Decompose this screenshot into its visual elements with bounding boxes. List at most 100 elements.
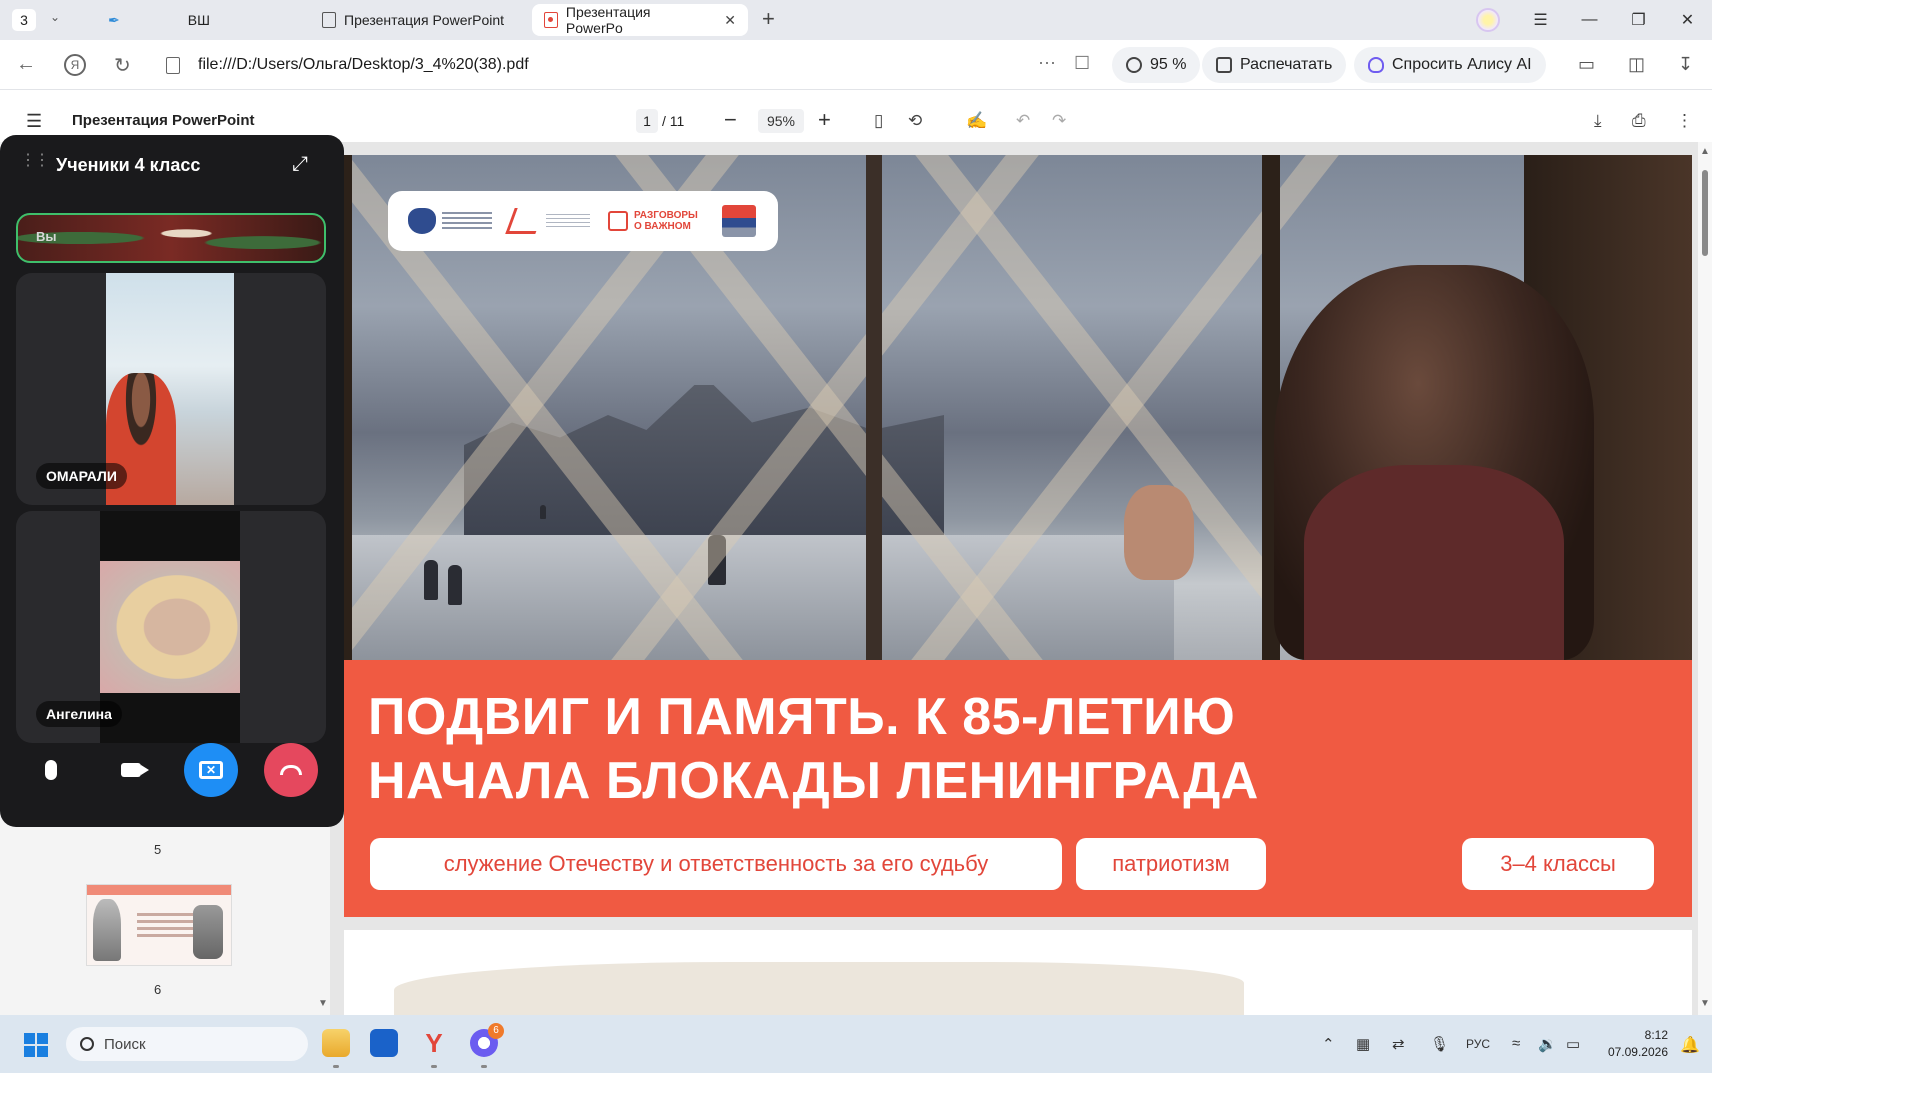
download-icon[interactable]: ⤓ — [1594, 111, 1602, 131]
tab-vsh[interactable]: ✒ ВШ — [96, 4, 222, 36]
print-button[interactable]: Распечатать — [1202, 47, 1347, 83]
close-icon[interactable]: ✕ — [724, 12, 736, 29]
video-call-panel: ⋮⋮ Ученики 4 класс ⤢ Вы ОМАРАЛИ Ангелина… — [0, 135, 344, 827]
volume-icon[interactable]: 🔉 — [1538, 1035, 1557, 1053]
new-tab-button[interactable]: + — [762, 8, 775, 30]
page-number-input[interactable]: 1 — [636, 109, 658, 133]
battery-saver-icon[interactable]: ▭ — [1578, 54, 1595, 75]
tab-count-button[interactable]: 3 — [12, 9, 36, 31]
scrollbar-thumb[interactable] — [1702, 170, 1708, 256]
zoom-pill[interactable]: 95 % — [1112, 47, 1201, 83]
zoom-level[interactable]: 95% — [758, 109, 804, 133]
network-settings-icon[interactable]: ⇄ — [1392, 1035, 1405, 1053]
tab-label: Презентация PowerPoint — [344, 12, 505, 28]
screen-share-button[interactable]: ✕ — [184, 743, 238, 797]
thumbnail-page-6[interactable] — [86, 884, 232, 966]
hang-up-button[interactable] — [264, 743, 318, 797]
print-label: Распечатать — [1240, 56, 1333, 73]
url-text: file:///D:/Users/Ольга/Desktop/3_4%20(38… — [198, 56, 529, 73]
document-title: Презентация PowerPoint — [72, 112, 255, 129]
microphone-tray-icon[interactable]: 🎙 — [1430, 1035, 1449, 1053]
scroll-down-arrow-icon[interactable]: ▼ — [1700, 998, 1710, 1009]
year-logo — [722, 205, 756, 237]
tab-strip: 3 ⌄ ✒ ВШ Презентация PowerPoint Презента… — [0, 0, 1712, 40]
assistant-orb-icon[interactable] — [1476, 8, 1500, 32]
restore-icon[interactable]: ❐ — [1614, 10, 1663, 30]
rotate-icon[interactable]: ⟲ — [908, 111, 922, 131]
headline-line-1: ПОДВИГ И ПАМЯТЬ. К 85-ЛЕТИЮ — [368, 688, 1236, 746]
microphone-button[interactable] — [24, 743, 78, 797]
more-vertical-icon[interactable]: ⋮ — [1676, 111, 1693, 131]
print-icon[interactable]: ⎙ — [1632, 111, 1646, 131]
zoom-out-icon[interactable]: − — [724, 108, 737, 132]
expand-icon[interactable]: ⤢ — [292, 153, 308, 176]
slide-photo: РАЗГОВОРЫ О ВАЖНОМ — [344, 155, 1692, 660]
clock[interactable]: 8:12 07.09.2026 — [1600, 1027, 1668, 1061]
close-window-icon[interactable]: ✕ — [1663, 10, 1712, 30]
running-indicator — [431, 1065, 437, 1068]
windows-start-icon[interactable] — [24, 1033, 48, 1057]
store-icon[interactable] — [370, 1029, 398, 1057]
url-field[interactable]: file:///D:/Users/Ольга/Desktop/3_4%20(38… — [152, 48, 1188, 82]
tab-presentation-1[interactable]: Презентация PowerPoint — [310, 4, 516, 36]
camera-button[interactable] — [104, 743, 158, 797]
self-label: Вы — [36, 229, 57, 244]
clock-time: 8:12 — [1644, 1028, 1668, 1042]
self-video-tile[interactable]: Вы — [16, 213, 326, 263]
bookmark-icon[interactable]: ☐ — [1074, 53, 1092, 74]
menu-icon[interactable]: ☰ — [1516, 10, 1565, 30]
yandex-home-icon[interactable]: Я — [64, 54, 86, 76]
hang-up-icon — [280, 765, 302, 775]
chevron-up-icon[interactable]: ⌃ — [1322, 1035, 1335, 1053]
tab-presentation-2[interactable]: Презентация PowerPo ✕ — [532, 4, 748, 36]
clock-date: 07.09.2026 — [1607, 1045, 1668, 1059]
pdf-icon — [544, 12, 558, 28]
page-total: / 11 — [662, 113, 685, 129]
participant-name: Ангелина — [36, 701, 122, 727]
file-explorer-icon[interactable] — [322, 1029, 350, 1057]
reload-icon[interactable]: ↻ — [114, 53, 131, 78]
participant-tile[interactable]: Ангелина — [16, 511, 326, 743]
thumbnail-number: 6 — [154, 982, 162, 997]
taskbar-search[interactable]: Поиск — [66, 1027, 308, 1061]
zoom-pill-label: 95 % — [1150, 56, 1187, 73]
more-icon[interactable]: ⋯ — [1038, 53, 1058, 74]
sidebar-menu-icon[interactable]: ☰ — [26, 111, 42, 132]
document-icon — [322, 12, 336, 28]
grades-chip: 3–4 классы — [1462, 838, 1654, 890]
translate-icon[interactable]: ◫ — [1628, 54, 1645, 75]
thumbnail-number: 5 — [154, 842, 162, 857]
feather-icon: ✒ — [108, 11, 120, 28]
zoom-in-icon[interactable]: + — [818, 108, 831, 132]
alice-icon — [1368, 57, 1384, 73]
scroll-down-arrow-icon[interactable]: ▼ — [318, 998, 328, 1009]
topic-chip-patriotism: патриотизм — [1076, 838, 1266, 890]
wifi-icon[interactable]: ≈ — [1512, 1035, 1520, 1052]
downloads-icon[interactable]: ↧ — [1678, 54, 1693, 75]
tab-label: ВШ — [187, 12, 210, 28]
participant-tile[interactable]: ОМАРАЛИ — [16, 273, 326, 505]
yandex-browser-icon[interactable]: Y — [420, 1029, 448, 1057]
vertical-scrollbar[interactable]: ▲ ▼ — [1698, 142, 1712, 1015]
scroll-up-arrow-icon[interactable]: ▲ — [1700, 146, 1710, 157]
alice-label: Спросить Алису AI — [1392, 56, 1532, 73]
tab-label: Презентация PowerPo — [565, 4, 651, 36]
redo-icon[interactable]: ↷ — [1052, 111, 1066, 131]
ask-alice-button[interactable]: Спросить Алису AI — [1354, 47, 1546, 83]
draw-icon[interactable]: ✍ — [966, 111, 987, 131]
chevron-down-icon[interactable]: ⌄ — [50, 10, 60, 24]
ministry-logo — [408, 208, 492, 234]
search-placeholder: Поиск — [104, 1035, 146, 1053]
battery-icon[interactable]: ▭ — [1566, 1035, 1580, 1053]
notifications-icon[interactable]: 🔔 — [1680, 1035, 1700, 1055]
screen-share-icon: ✕ — [199, 761, 223, 779]
printer-icon — [1216, 57, 1232, 73]
back-arrow-icon[interactable]: ← — [16, 53, 36, 76]
search-icon — [80, 1037, 94, 1051]
language-indicator[interactable]: РУС — [1466, 1037, 1490, 1051]
drag-handle-icon[interactable]: ⋮⋮ — [20, 153, 50, 169]
app-tray-icon[interactable]: ▦ — [1356, 1035, 1370, 1053]
undo-icon[interactable]: ↶ — [1016, 111, 1030, 131]
minimize-icon[interactable]: — — [1565, 11, 1614, 29]
fit-page-icon[interactable]: ▯ — [874, 111, 883, 131]
